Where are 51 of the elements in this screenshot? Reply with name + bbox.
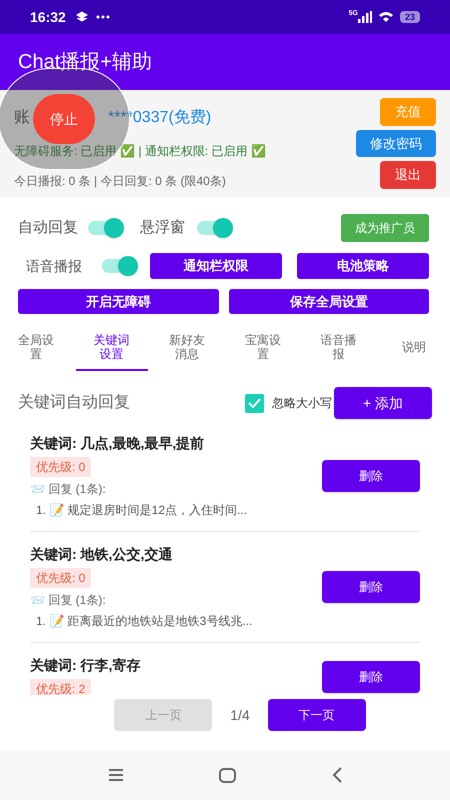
account-label: 账 [14, 108, 30, 128]
toggle-switch[interactable] [102, 256, 138, 276]
reply-header: 📨 回复 (1条): [30, 481, 107, 498]
service-status: 无障碍服务: 已启用 ✅ | 通知栏权限: 已启用 ✅ [14, 143, 267, 160]
priority-tag: 优先级: 2 [30, 679, 92, 695]
next-page-button[interactable]: 下一页 [268, 699, 366, 731]
reply-text: 1. 📝 距离最近的地铁站是地铁3号线兆... [35, 613, 254, 630]
clock-text: 16:32 [30, 8, 66, 26]
keyword-text: 关键词: 几点,最晚,最早,提前 [30, 434, 206, 453]
delete-button[interactable]: 删除 [322, 460, 420, 492]
layers-icon [76, 11, 88, 23]
battery-indicator: 23 [400, 11, 420, 23]
permission-button[interactable]: 电池策略 [297, 253, 429, 279]
tab[interactable]: 新好友消息 [151, 330, 224, 371]
wifi-icon [378, 11, 394, 23]
switch-label: 悬浮窗 [140, 218, 185, 238]
reply-header: 📨 回复 (1条): [30, 592, 107, 609]
priority-tag: 优先级: 0 [30, 457, 92, 477]
switch-label: 语音播报 [26, 256, 82, 276]
toggle-switch[interactable] [88, 218, 124, 238]
tab[interactable]: 关键词设置 [76, 330, 148, 371]
account-number: ****0337(免费) [108, 108, 212, 128]
home-icon[interactable] [218, 768, 236, 782]
add-button[interactable]: + 添加 [334, 387, 432, 419]
tab[interactable]: 说明 [378, 330, 450, 371]
delete-button[interactable]: 删除 [322, 661, 420, 693]
menu-icon[interactable] [108, 769, 124, 781]
priority-tag: 优先级: 0 [30, 568, 92, 588]
permission-button[interactable]: 通知栏权限 [150, 253, 282, 279]
reply-text: 1. 📝 规定退房时间是12点，入住时间... [35, 502, 248, 519]
previous-page-button: 上一页 [114, 699, 212, 731]
tab[interactable]: 全局设置 [0, 330, 72, 371]
checkbox-label: 忽略大小写 [272, 395, 332, 412]
more-icon [96, 15, 110, 19]
account-button[interactable]: 退出 [380, 161, 436, 190]
tab[interactable]: 语音播报 [302, 330, 374, 371]
keyword-text: 关键词: 行李,寄存 [30, 656, 142, 675]
signal-icon [358, 11, 372, 23]
account-button[interactable]: 修改密码 [356, 130, 436, 158]
ignore-case-checkbox[interactable] [245, 394, 264, 412]
action-button[interactable]: 开启无障碍 [18, 289, 218, 314]
tab[interactable]: 宝寓设置 [226, 330, 299, 371]
toggle-switch[interactable] [197, 218, 233, 238]
delete-button[interactable]: 删除 [322, 571, 420, 603]
page-indicator: 1/4 [230, 706, 250, 724]
action-button[interactable]: 保存全局设置 [228, 289, 429, 314]
daily-stats: 今日播报: 0 条 | 今日回复: 0 条 (限40条) [14, 173, 227, 190]
keyword-text: 关键词: 地铁,公交,交通 [30, 545, 174, 564]
switch-label: 自动回复 [18, 218, 78, 238]
section-title: 关键词自动回复 [18, 392, 130, 413]
back-icon[interactable] [330, 767, 342, 783]
